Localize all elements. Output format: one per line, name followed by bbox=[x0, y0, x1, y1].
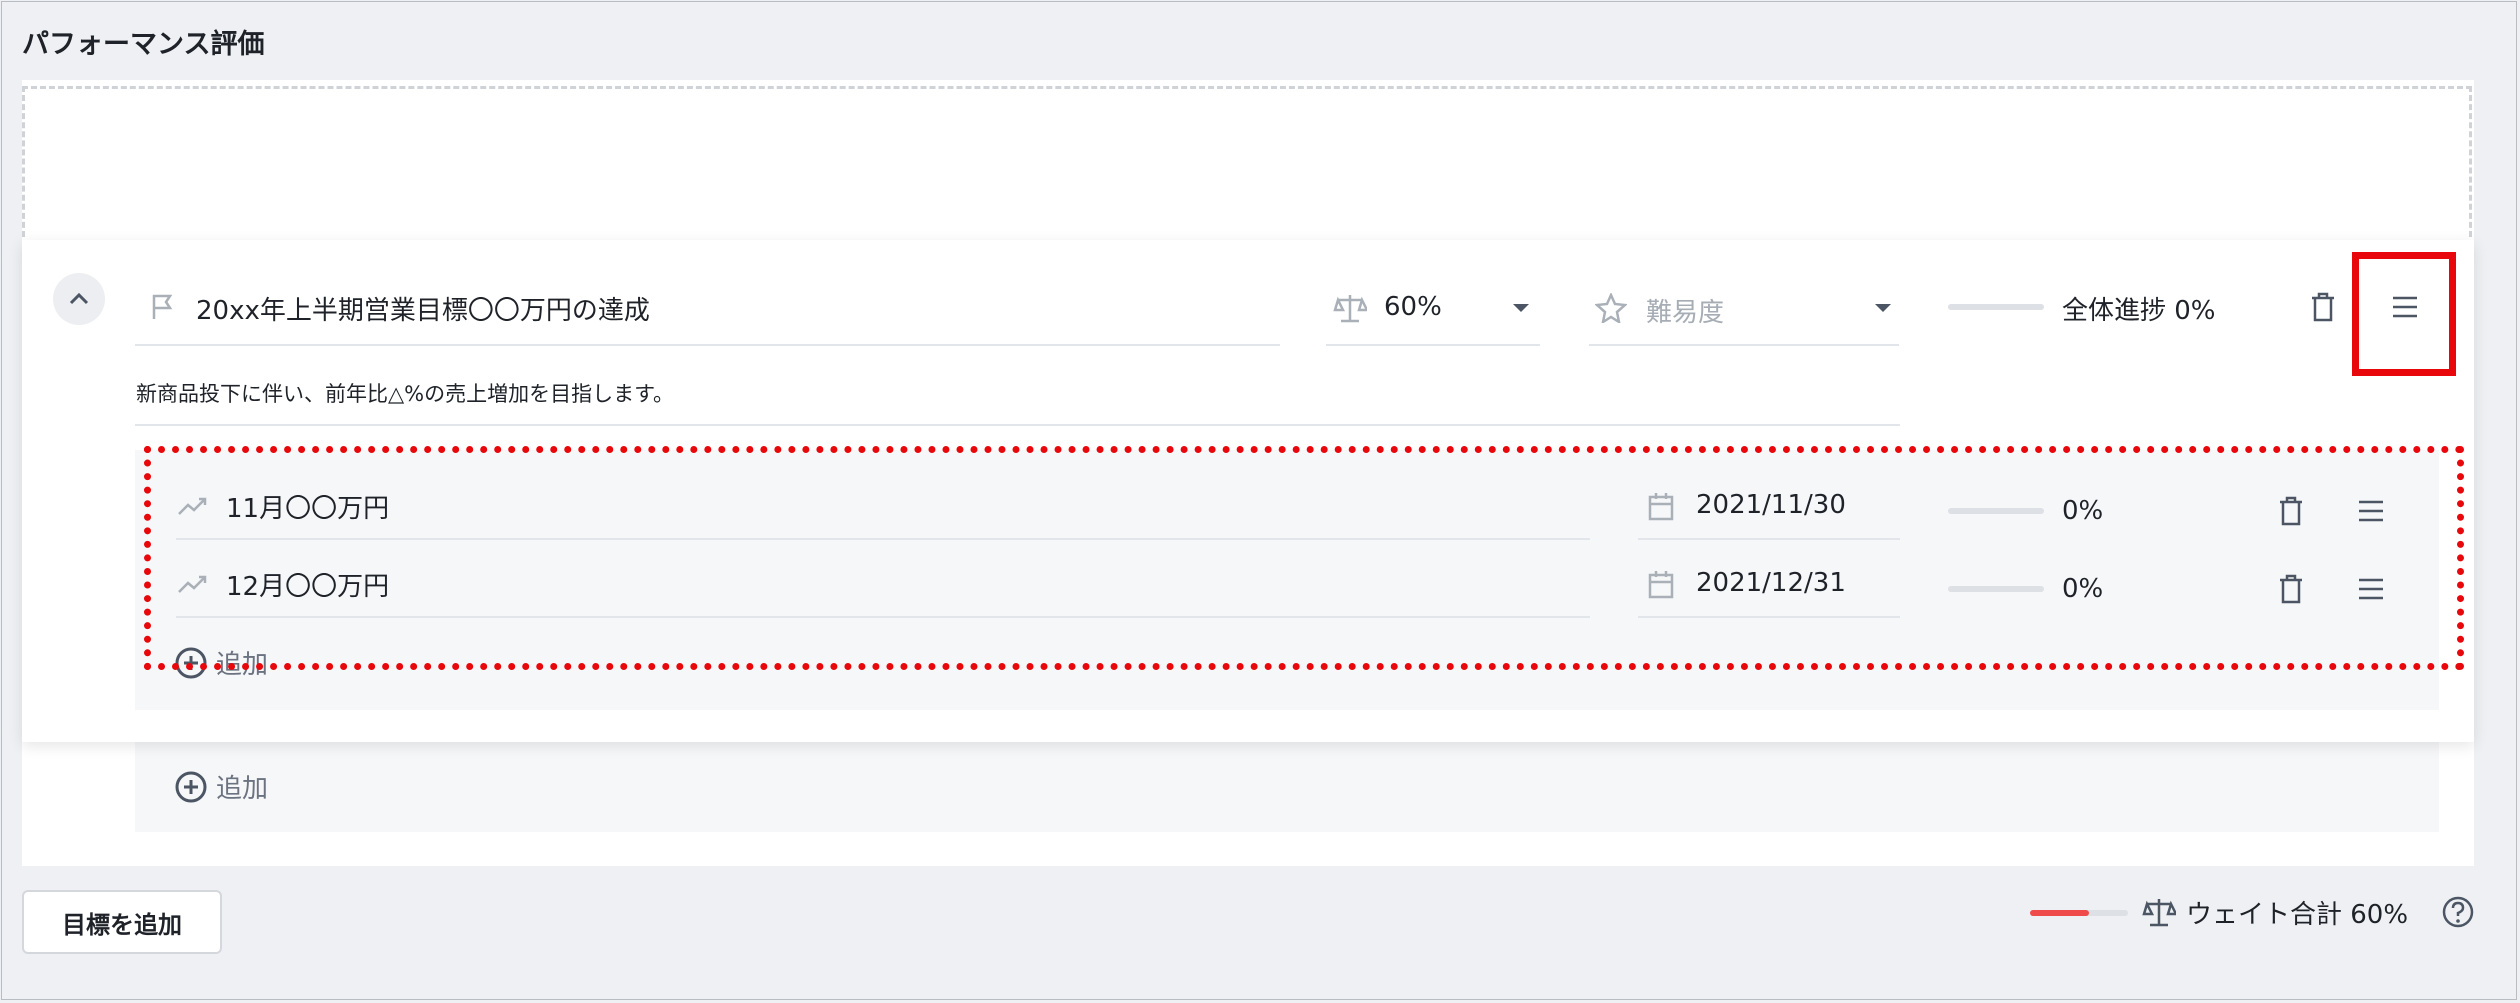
difficulty-select-underline bbox=[1589, 344, 1899, 346]
chevron-up-icon bbox=[69, 292, 89, 305]
help-icon[interactable] bbox=[2440, 894, 2476, 930]
overall-progress-bar bbox=[1948, 304, 2044, 310]
goal-description[interactable]: 新商品投下に伴い、前年比△%の売上増加を目指します。 bbox=[136, 378, 674, 408]
add-goal-button[interactable]: 目標を追加 bbox=[22, 890, 222, 954]
add-subgoal-button[interactable]: 追加 bbox=[216, 768, 268, 805]
collapse-button[interactable] bbox=[53, 273, 105, 325]
weight-select-underline bbox=[1326, 344, 1540, 346]
difficulty-select[interactable]: 難易度 bbox=[1646, 292, 1724, 329]
add-circle-icon[interactable] bbox=[174, 770, 208, 804]
scale-icon bbox=[1333, 292, 1367, 324]
weight-total-bar-fill bbox=[2030, 910, 2089, 916]
drop-zone bbox=[22, 86, 2472, 246]
weight-select-value[interactable]: 60% bbox=[1384, 292, 1442, 322]
highlight-box-dotted bbox=[144, 446, 2464, 670]
description-underline bbox=[135, 424, 1900, 426]
weight-total-bar bbox=[2030, 910, 2128, 916]
highlight-box bbox=[2352, 252, 2456, 376]
page-title: パフォーマンス評価 bbox=[22, 29, 265, 60]
overall-progress-label: 全体進捗 0% bbox=[2062, 296, 2216, 326]
goal-title-underline bbox=[135, 344, 1280, 346]
goal-add-row bbox=[135, 742, 2439, 832]
star-icon bbox=[1594, 292, 1628, 324]
difficulty-dropdown-icon[interactable] bbox=[1872, 300, 1894, 316]
weight-dropdown-icon[interactable] bbox=[1510, 300, 1532, 316]
weight-total-label: ウェイト合計 60% bbox=[2186, 900, 2409, 930]
goal-title-input[interactable]: 20xx年上半期営業目標〇〇万円の達成 bbox=[196, 290, 650, 327]
scale-icon bbox=[2142, 896, 2176, 928]
flag-icon bbox=[148, 292, 178, 322]
trash-icon[interactable] bbox=[2306, 290, 2340, 324]
